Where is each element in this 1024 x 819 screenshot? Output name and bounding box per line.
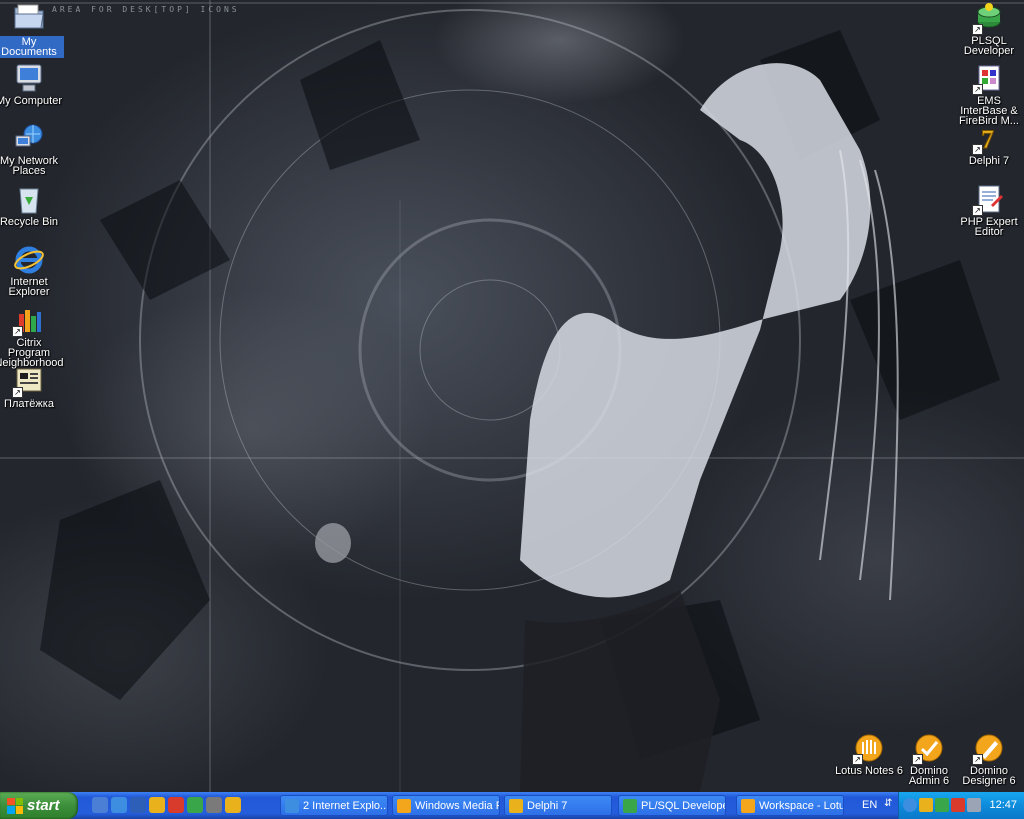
desktop-icon-my-network-places[interactable]: My Network Places — [0, 122, 64, 177]
media-player-icon — [397, 798, 411, 813]
shortcut-arrow-icon: ↗ — [852, 754, 863, 765]
lotus-notes-icon: ↗ — [852, 732, 885, 765]
ie-icon[interactable] — [111, 797, 127, 813]
task-label: Delphi 7 — [527, 799, 568, 812]
shortcut-arrow-icon: ↗ — [12, 326, 23, 337]
desktop-icon-plsql-developer[interactable]: ↗ PLSQL Developer — [954, 2, 1024, 57]
delphi-icon[interactable] — [168, 797, 184, 813]
desktop-icon-ems-interbase[interactable]: ↗ EMS InterBase & FireBird M... — [954, 62, 1024, 127]
show-desktop-icon[interactable] — [92, 797, 108, 813]
delphi-icon: 7 ↗ — [972, 122, 1005, 155]
desktop-icon-php-expert-editor[interactable]: ↗ PHP Expert Editor — [954, 183, 1024, 238]
icon-label: Internet Explorer — [8, 276, 50, 298]
domino-admin-icon: ↗ — [912, 732, 945, 765]
ems-icon: ↗ — [972, 62, 1005, 95]
desktop-icon-recycle-bin[interactable]: Recycle Bin — [0, 183, 64, 228]
app-icon: ↗ — [12, 365, 45, 398]
desktop-icon-my-documents[interactable]: My Documents — [0, 2, 64, 60]
icon-label: My Network Places — [0, 155, 59, 177]
domino-designer-icon: ↗ — [972, 732, 1005, 765]
shortcut-arrow-icon: ↗ — [972, 24, 983, 35]
desktop-icon-delphi-7[interactable]: 7 ↗ Delphi 7 — [954, 122, 1024, 167]
clock[interactable]: 12:47 — [989, 799, 1017, 811]
network-icon — [13, 122, 45, 154]
ie-icon — [285, 798, 299, 813]
outlook-icon[interactable] — [130, 797, 146, 813]
php-editor-icon: ↗ — [972, 183, 1005, 216]
computer-icon — [13, 62, 45, 94]
plsql-icon — [623, 798, 637, 813]
app-icon[interactable] — [919, 798, 933, 812]
icon-label: Recycle Bin — [0, 216, 59, 228]
lotus-notes-icon — [741, 798, 755, 813]
shortcut-arrow-icon: ↗ — [12, 387, 23, 398]
desktop-icon-my-computer[interactable]: My Computer — [0, 62, 64, 107]
app-icon[interactable] — [187, 797, 203, 813]
plsql-icon: ↗ — [972, 2, 1005, 35]
icon-label: PHP Expert Editor — [960, 216, 1018, 238]
input-settings-icon[interactable]: ⇵ — [884, 798, 894, 812]
icon-label: Платёжка — [4, 398, 54, 410]
icon-label: PLSQL Developer — [963, 35, 1015, 57]
shortcut-arrow-icon: ↗ — [972, 754, 983, 765]
desktop-icon-platezhka[interactable]: ↗ Платёжка — [0, 365, 64, 410]
icon-label: Domino Designer 6 — [962, 765, 1016, 787]
wallpaper-label: AREA FOR DESK[TOP] ICONS — [52, 5, 240, 14]
folder-icon — [13, 2, 45, 34]
task-label: Workspace - Lotu... — [759, 799, 843, 812]
task-label: 2 Internet Explo... — [303, 799, 388, 812]
start-button[interactable]: start — [0, 792, 78, 819]
wallpaper-art — [0, 0, 1024, 792]
task-label: PL/SQL Developer... — [641, 799, 725, 812]
icon-label: Citrix Program Neighborhood — [0, 337, 64, 369]
shortcut-arrow-icon: ↗ — [912, 754, 923, 765]
system-tray: 12:47 — [898, 792, 1024, 819]
desktop-wallpaper: AREA FOR DESK[TOP] ICONS — [0, 0, 1024, 792]
citrix-icon: ↗ — [12, 304, 45, 337]
windows-logo-icon — [7, 797, 23, 814]
recycle-bin-icon — [13, 183, 45, 215]
task-delphi-7[interactable]: Delphi 7 — [504, 795, 612, 816]
app-icon[interactable] — [206, 797, 222, 813]
desktop-icon-internet-explorer[interactable]: Internet Explorer — [0, 243, 64, 298]
ie-icon — [13, 243, 45, 275]
app-icon[interactable] — [951, 798, 965, 812]
task-workspace-lotus[interactable]: Workspace - Lotu... — [736, 795, 844, 816]
task-windows-media-player[interactable]: Windows Media Pl... — [392, 795, 500, 816]
app-icon[interactable] — [149, 797, 165, 813]
language-indicator[interactable]: EN — [862, 799, 877, 811]
icon-label: Delphi 7 — [968, 155, 1010, 167]
shortcut-arrow-icon: ↗ — [972, 144, 983, 155]
delphi-icon — [509, 798, 523, 813]
icon-label: My Documents — [0, 36, 64, 58]
start-label: start — [27, 797, 60, 814]
shortcut-arrow-icon: ↗ — [972, 205, 983, 216]
task-label: Windows Media Pl... — [415, 799, 499, 812]
volume-icon[interactable] — [967, 798, 981, 812]
quick-launch — [92, 797, 241, 813]
task-internet-explorer-group[interactable]: 2 Internet Explo... ▾ — [280, 795, 388, 816]
app-icon[interactable] — [935, 798, 949, 812]
taskbar: start 2 Internet Explo... ▾ Windows Medi… — [0, 792, 1024, 819]
chrome-icon[interactable] — [225, 797, 241, 813]
desktop-icon-domino-designer-6[interactable]: ↗ Domino Designer 6 — [954, 732, 1024, 787]
icon-label: My Computer — [0, 95, 63, 107]
expand-tray-icon[interactable] — [903, 798, 917, 812]
shortcut-arrow-icon: ↗ — [972, 84, 983, 95]
desktop-icon-citrix[interactable]: ↗ Citrix Program Neighborhood — [0, 304, 64, 369]
task-plsql-developer[interactable]: PL/SQL Developer... — [618, 795, 726, 816]
